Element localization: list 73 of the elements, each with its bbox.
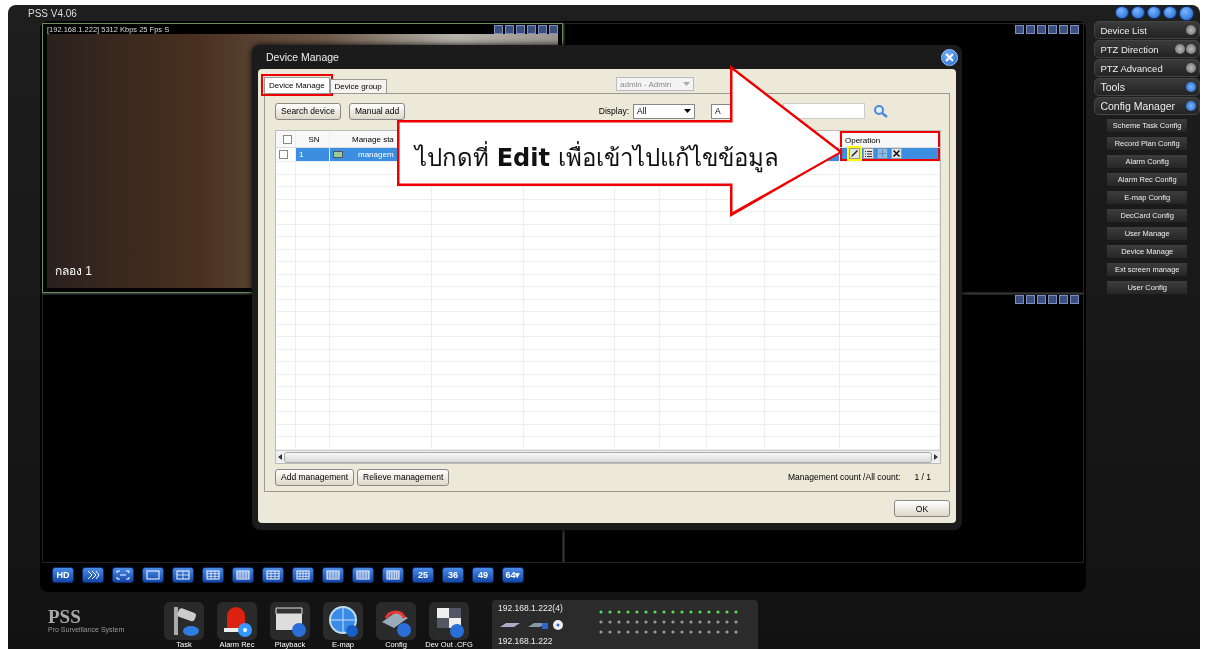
grid-layout-icon	[296, 570, 310, 580]
device-title: 192.168.1.222(4)	[498, 603, 564, 613]
tab[interactable]: Device group	[329, 79, 387, 93]
list-icon	[864, 149, 873, 158]
layout-icon-button[interactable]	[322, 567, 344, 583]
layout-icon-button[interactable]	[262, 567, 284, 583]
camera-label: กลอง 1	[55, 262, 92, 280]
grid-layout-icon	[266, 570, 280, 580]
left-arrow-icon	[278, 454, 282, 460]
action-button[interactable]: Relieve management	[357, 468, 450, 486]
lock-button[interactable]	[1115, 5, 1129, 19]
layout-icon-button[interactable]	[232, 567, 254, 583]
layout-icon-button[interactable]	[382, 567, 404, 583]
layout-button[interactable]: 25	[412, 567, 434, 583]
dialog-title: Device Manage	[266, 51, 339, 63]
sidebar-section[interactable]: PTZ Direction	[1094, 40, 1200, 58]
layout-icon-button[interactable]	[142, 567, 164, 583]
action-button[interactable]: Add management	[275, 468, 355, 486]
app-title: PSS V4.06	[28, 7, 77, 19]
layout-icon-button[interactable]	[82, 567, 104, 583]
right-arrow-icon	[934, 454, 938, 460]
layout-button[interactable]: 49	[472, 567, 494, 583]
caret-icon	[683, 82, 690, 86]
horizontal-scrollbar[interactable]	[276, 450, 940, 463]
toolbar-button[interactable]: Search device	[275, 102, 341, 120]
delete-icon	[892, 149, 901, 158]
checkbox[interactable]	[282, 134, 292, 144]
operation-button[interactable]	[849, 148, 860, 159]
grid-layout-icon	[146, 570, 160, 580]
zigzag-icon	[86, 570, 100, 580]
layout-icon-button[interactable]	[172, 567, 194, 583]
grid-layout-icon	[356, 570, 370, 580]
device-icon	[333, 151, 343, 158]
layout-icon-button[interactable]	[352, 567, 374, 583]
tab[interactable]: Device Manage	[264, 77, 330, 93]
device-address: 192.168.1.222	[498, 636, 554, 646]
search-icon[interactable]	[873, 104, 889, 118]
close-icon	[945, 52, 954, 62]
layout-icon-button[interactable]	[112, 567, 134, 583]
sidebar-section[interactable]: Tools	[1094, 78, 1200, 96]
plus-icon	[878, 149, 887, 158]
operation-button[interactable]	[863, 148, 874, 159]
restore-button[interactable]	[1163, 5, 1177, 19]
layout-button[interactable]: HD	[52, 567, 74, 583]
logo-title: PSS	[48, 608, 82, 626]
expand-icon	[116, 570, 130, 580]
grid-layout-icon	[236, 570, 250, 580]
count-label: Management count /All count:	[788, 472, 901, 482]
toolbar-button[interactable]: Manual add	[348, 102, 406, 120]
sidebar-section[interactable]: Config Manager	[1094, 97, 1200, 115]
layout-button[interactable]: 36	[442, 567, 464, 583]
layout-icon-button[interactable]	[202, 567, 224, 583]
sidebar-section[interactable]: Device List	[1094, 21, 1200, 39]
grid-layout-icon	[206, 570, 220, 580]
table-cell: managem	[358, 150, 394, 159]
grid-layout-icon	[176, 570, 190, 580]
grid-layout-icon	[386, 570, 400, 580]
minimize-button[interactable]	[1147, 5, 1161, 19]
close-button[interactable]	[1179, 5, 1194, 21]
grid-layout-icon	[326, 570, 340, 580]
ok-button[interactable]: OK	[894, 500, 950, 517]
search-field[interactable]	[783, 103, 865, 119]
operation-button[interactable]	[891, 148, 902, 159]
column-header[interactable]: SN	[296, 131, 330, 147]
caret-icon	[684, 109, 691, 113]
layout-icon-button[interactable]	[292, 567, 314, 583]
sidebar-section[interactable]: PTZ Advanced	[1094, 59, 1200, 77]
count-value: 1 / 1	[914, 472, 931, 482]
checkbox[interactable]	[279, 150, 288, 159]
layout-button[interactable]: 64▾	[502, 567, 524, 583]
display-dropdown[interactable]: All	[633, 103, 695, 119]
display-label: Display:	[598, 106, 629, 116]
menu-button[interactable]	[1131, 5, 1145, 19]
